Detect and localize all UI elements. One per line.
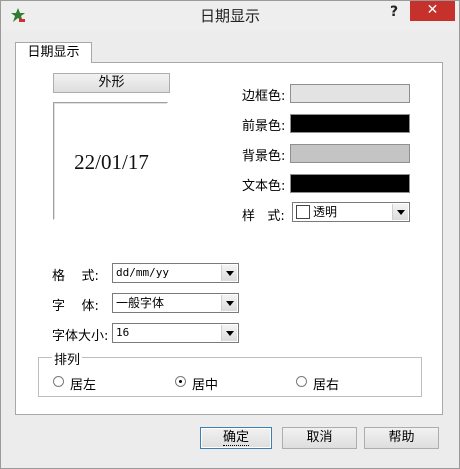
style-swatch <box>296 205 310 219</box>
format-value: dd/mm/yy <box>116 266 169 279</box>
background-color-swatch[interactable] <box>290 144 410 163</box>
preview-text: 22/01/17 <box>74 150 149 174</box>
chevron-down-icon[interactable] <box>221 265 237 281</box>
radio-align-center[interactable] <box>175 376 186 387</box>
font-select[interactable]: 一般字体 <box>112 293 239 313</box>
cancel-button[interactable]: 取消 <box>282 427 357 449</box>
help-icon[interactable]: ? <box>381 1 407 23</box>
date-preview: 22/01/17 <box>53 102 168 220</box>
foreground-color-label: 前景色: <box>242 119 286 134</box>
chevron-down-icon[interactable] <box>221 295 237 311</box>
style-label: 样 式: <box>242 209 285 224</box>
chevron-down-icon[interactable] <box>392 204 408 220</box>
text-color-label: 文本色: <box>242 179 286 194</box>
align-center-label[interactable]: 居中 <box>192 374 218 393</box>
foreground-color-swatch[interactable] <box>290 114 410 133</box>
close-button[interactable]: ✕ <box>410 1 455 21</box>
radio-align-left[interactable] <box>53 376 64 387</box>
format-select[interactable]: dd/mm/yy <box>112 263 239 283</box>
arrange-legend: 排列 <box>52 349 83 368</box>
font-label: 字 体: <box>52 299 99 314</box>
align-left-label[interactable]: 居左 <box>70 374 96 393</box>
ok-label: 确定 <box>222 430 249 446</box>
font-value: 一般字体 <box>116 296 165 310</box>
title-bar[interactable]: 日期显示 ? ✕ <box>1 1 459 31</box>
help-button[interactable]: 帮助 <box>364 427 439 449</box>
radio-align-right[interactable] <box>296 376 307 387</box>
font-size-select[interactable]: 16 <box>112 323 239 343</box>
format-label: 格 式: <box>52 269 99 284</box>
align-right-label[interactable]: 居右 <box>313 374 339 393</box>
border-color-label: 边框色: <box>242 89 286 104</box>
border-color-swatch[interactable] <box>290 84 410 103</box>
outline-button[interactable]: 外形 <box>53 73 170 93</box>
ok-button[interactable]: 确定 <box>200 427 272 449</box>
style-value: 透明 <box>313 205 338 219</box>
chevron-down-icon[interactable] <box>221 325 237 341</box>
font-size-value: 16 <box>116 326 130 339</box>
text-color-swatch[interactable] <box>290 174 410 193</box>
background-color-label: 背景色: <box>242 149 286 164</box>
font-size-label: 字体大小: <box>52 329 109 344</box>
style-select[interactable]: 透明 <box>292 202 410 222</box>
tab-date-display[interactable]: 日期显示 <box>15 42 92 63</box>
